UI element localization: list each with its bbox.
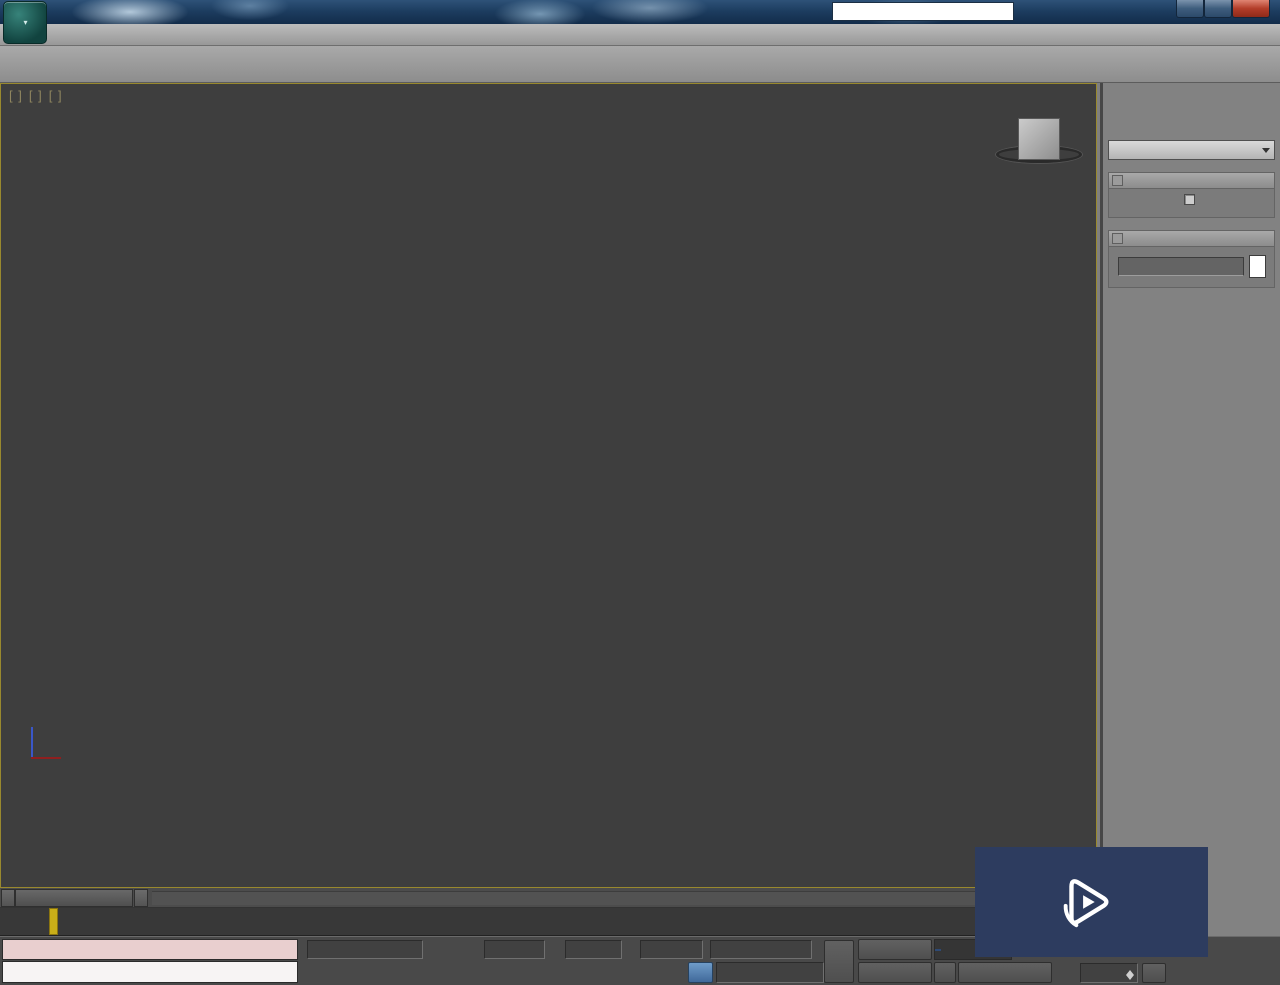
rollout-name-color-header[interactable] [1108,230,1275,247]
object-color-swatch[interactable] [1248,255,1266,278]
selection-lock-toggle[interactable] [426,940,446,959]
search-input[interactable] [832,2,1014,21]
world-axis-tripod [25,719,85,769]
previous-frame-button[interactable] [1,889,15,907]
x-coordinate-field[interactable] [484,940,545,959]
rollout-object-type-header[interactable] [1108,172,1275,189]
set-key-button[interactable] [824,940,854,983]
macro-recorder-field[interactable] [2,939,298,960]
rollout-name-color-body [1108,247,1275,288]
autogrid-row [1111,194,1272,205]
time-slider-track[interactable] [152,891,1094,905]
status-line [307,940,423,959]
grid-setting-display [710,940,812,959]
object-name-input[interactable] [1117,257,1244,276]
next-frame-button[interactable] [134,889,148,907]
viewport-menu-shading[interactable] [49,88,63,103]
key-mode-toggle[interactable] [1056,963,1078,982]
selection-set-value [935,948,941,951]
restore-button[interactable] [1204,0,1232,18]
viewport-menu-general[interactable] [9,88,23,103]
autogrid-checkbox[interactable] [1183,194,1195,205]
main-toolbar [0,46,1280,83]
collapse-icon[interactable] [1112,175,1123,186]
application-menu-button[interactable]: ▾ [3,1,47,44]
watermark-overlay [975,847,1208,957]
time-slider-thumb[interactable] [15,889,133,907]
maxscript-listener-field[interactable] [2,961,298,983]
window-controls [1176,0,1270,18]
open-mini-curve-editor-button[interactable] [30,911,54,931]
spinner-up-icon[interactable] [1125,966,1134,975]
viewport-front[interactable] [0,83,1097,888]
close-button[interactable] [1232,0,1270,18]
minimize-button[interactable] [1176,0,1204,18]
create-categories [1103,111,1280,137]
axis-z-line [31,727,33,757]
absolute-mode-transform-toggle[interactable] [448,940,468,959]
viewport-menu-view[interactable] [29,88,43,103]
command-panel [1100,83,1280,936]
crossing-cube-toggle[interactable] [688,962,713,983]
default-in-out-tangents-button[interactable] [934,962,956,983]
track-bar-ruler[interactable] [0,908,1097,936]
app-menu-arrow-icon: ▾ [23,18,28,27]
current-frame-field[interactable] [1080,963,1138,983]
key-filters-button[interactable] [958,962,1052,983]
viewcube[interactable] [1018,118,1060,160]
menu-bar [0,24,1280,46]
add-time-tag[interactable] [716,962,824,983]
spinner-down-icon[interactable] [1125,975,1134,984]
watermark-play-logo-icon [1055,871,1117,933]
viewport-label [9,88,63,103]
z-coordinate-field[interactable] [640,940,703,959]
rollout-object-type-body [1108,189,1275,218]
dropdown-arrow-icon [1262,147,1270,157]
command-panel-tabs [1103,83,1280,111]
y-coordinate-field[interactable] [565,940,622,959]
axis-x-line [31,757,61,759]
set-keys-mode-button[interactable] [858,962,932,983]
auto-key-button[interactable] [858,939,932,960]
infocenter-search[interactable] [832,2,1014,21]
frame-spinner[interactable] [1124,966,1135,980]
collapse-icon[interactable] [1112,233,1123,244]
title-bar [0,0,1280,24]
subcategory-dropdown[interactable] [1108,140,1275,160]
time-slider-row [0,888,1097,908]
